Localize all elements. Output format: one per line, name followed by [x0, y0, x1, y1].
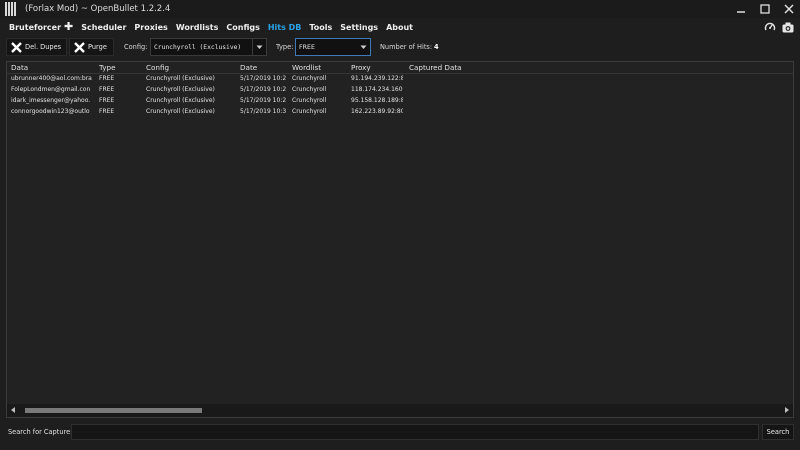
cell-date: 5/17/2019 10:3 — [240, 108, 287, 115]
camera-icon[interactable] — [782, 21, 794, 33]
search-input[interactable] — [71, 424, 759, 440]
menu-item-about[interactable]: About — [386, 23, 413, 32]
minimize-icon — [737, 11, 745, 13]
type-select[interactable]: FREE — [295, 38, 371, 56]
cell-data: connorgoodwin123@outlo — [11, 108, 90, 115]
type-label: Type: — [276, 43, 294, 51]
column-header-captured-data[interactable]: Captured Data — [409, 63, 462, 72]
purge-label: Purge — [88, 43, 107, 51]
column-header-type[interactable]: Type — [99, 63, 116, 72]
cell-date: 5/17/2019 10:2 — [240, 97, 287, 104]
cell-wordlist: Crunchyroll — [292, 108, 327, 115]
cell-config: Crunchyroll (Exclusive) — [146, 75, 215, 82]
type-value: FREE — [299, 43, 315, 51]
menu-bar: Bruteforcer ✚ Scheduler Proxies Wordlist… — [0, 18, 800, 36]
x-icon — [11, 41, 22, 53]
table-row[interactable]: FolepLondmen@gmail.con FREE Crunchyroll … — [7, 85, 793, 96]
scroll-right-icon[interactable] — [785, 407, 789, 413]
column-header-wordlist[interactable]: Wordlist — [292, 63, 321, 72]
hits-grid: Data Type Config Date Wordlist Proxy Cap… — [6, 61, 794, 418]
maximize-button[interactable] — [758, 2, 772, 16]
cell-data: ubrunner400@aol.com:bra — [11, 75, 92, 82]
close-button[interactable] — [782, 2, 796, 16]
minimize-button[interactable] — [734, 2, 748, 16]
menu-item-configs[interactable]: Configs — [226, 23, 259, 32]
menu-item-settings[interactable]: Settings — [340, 23, 378, 32]
cell-config: Crunchyroll (Exclusive) — [146, 97, 215, 104]
cell-wordlist: Crunchyroll — [292, 86, 327, 93]
cell-wordlist: Crunchyroll — [292, 97, 327, 104]
cell-data: idark_imessenger@yahoo. — [11, 97, 91, 104]
menu-item-hits-db[interactable]: Hits DB — [268, 23, 302, 32]
maximize-icon — [760, 4, 770, 14]
hits-count: 4 — [434, 43, 439, 51]
search-label: Search for Capture: — [8, 428, 73, 436]
table-row[interactable]: ubrunner400@aol.com:bra FREE Crunchyroll… — [7, 74, 793, 85]
toolbar: Del. Dupes Purge Config: Crunchyroll (Ex… — [0, 37, 800, 57]
menu-item-tools[interactable]: Tools — [309, 23, 332, 32]
plus-icon: ✚ — [64, 20, 74, 33]
column-header-config[interactable]: Config — [146, 63, 169, 72]
menu-item-label: Bruteforcer — [9, 22, 62, 32]
del-dupes-label: Del. Dupes — [25, 43, 62, 51]
cell-data: FolepLondmen@gmail.con — [11, 86, 91, 93]
purge-button[interactable]: Purge — [69, 38, 114, 56]
cell-proxy: 95.158.128.189:8 — [351, 97, 403, 104]
chevron-down-icon — [356, 39, 370, 55]
menu-item-wordlists[interactable]: Wordlists — [176, 23, 219, 32]
column-header-date[interactable]: Date — [240, 63, 257, 72]
title-bar: (Forlax Mod) ~ OpenBullet 1.2.2.4 — [0, 0, 800, 18]
config-value: Crunchyroll (Exclusive) — [154, 43, 242, 51]
cell-type: FREE — [99, 97, 115, 104]
cell-config: Crunchyroll (Exclusive) — [146, 86, 215, 93]
scrollbar-thumb[interactable] — [25, 408, 202, 413]
close-icon — [784, 4, 794, 14]
cell-proxy: 162.223.89.92:80 — [351, 108, 403, 115]
app-logo-icon — [5, 2, 17, 16]
cell-date: 5/17/2019 10:2 — [240, 86, 287, 93]
cell-type: FREE — [99, 75, 115, 82]
config-label: Config: — [124, 43, 148, 51]
menu-item-scheduler[interactable]: Scheduler — [81, 23, 126, 32]
hits-label: Number of Hits: — [380, 43, 433, 51]
cell-date: 5/17/2019 10:2 — [240, 75, 287, 82]
x-icon — [74, 41, 85, 53]
cell-wordlist: Crunchyroll — [292, 75, 327, 82]
menu-item-bruteforcer[interactable]: Bruteforcer ✚ — [9, 20, 74, 33]
horizontal-scrollbar[interactable] — [7, 404, 793, 417]
column-header-proxy[interactable]: Proxy — [351, 63, 371, 72]
cell-type: FREE — [99, 108, 115, 115]
del-dupes-button[interactable]: Del. Dupes — [6, 38, 67, 56]
config-select[interactable]: Crunchyroll (Exclusive) — [150, 38, 267, 56]
grid-header: Data Type Config Date Wordlist Proxy Cap… — [7, 62, 793, 74]
table-row[interactable]: idark_imessenger@yahoo. FREE Crunchyroll… — [7, 96, 793, 107]
chevron-down-icon — [252, 39, 266, 55]
window-title: (Forlax Mod) ~ OpenBullet 1.2.2.4 — [25, 4, 171, 14]
column-header-data[interactable]: Data — [11, 63, 28, 72]
speedometer-icon[interactable] — [764, 21, 776, 33]
search-button[interactable]: Search — [762, 424, 794, 440]
cell-config: Crunchyroll (Exclusive) — [146, 108, 215, 115]
cell-proxy: 91.194.239.122:8 — [351, 75, 403, 82]
menu-item-proxies[interactable]: Proxies — [134, 23, 167, 32]
table-row[interactable]: connorgoodwin123@outlo FREE Crunchyroll … — [7, 107, 793, 118]
cell-proxy: 118.174.234.160: — [351, 86, 403, 93]
scroll-left-icon[interactable] — [11, 407, 15, 413]
cell-type: FREE — [99, 86, 115, 93]
